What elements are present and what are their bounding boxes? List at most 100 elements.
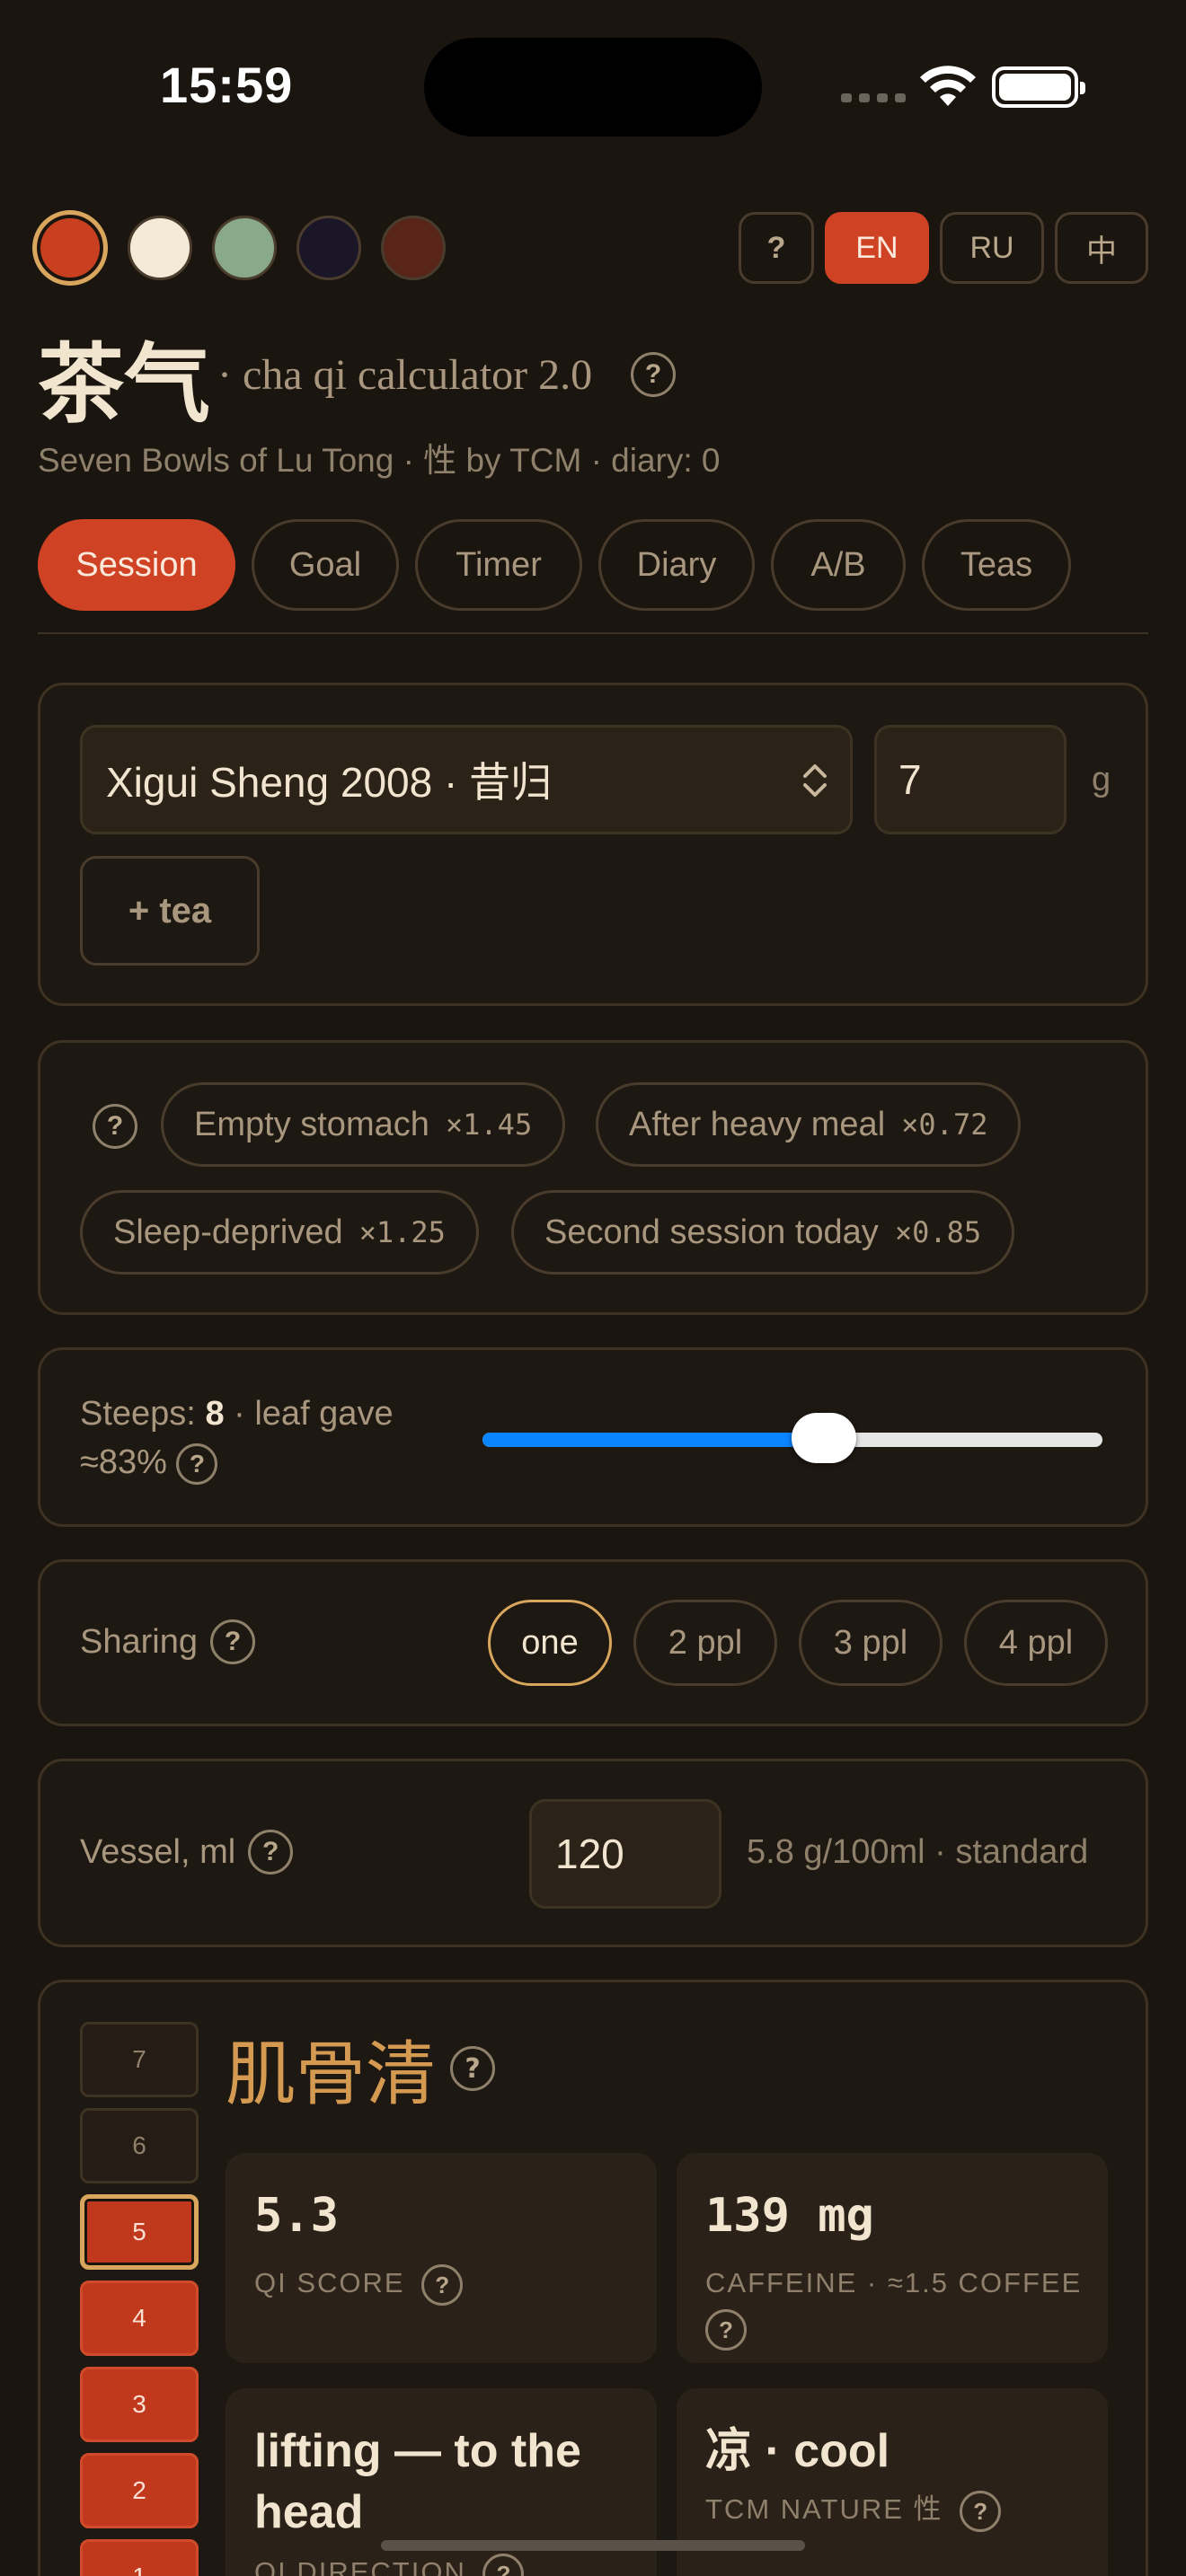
- modifier-after-heavy-meal[interactable]: After heavy meal ×0.72: [596, 1082, 1022, 1167]
- app-title: 茶气: [38, 334, 210, 435]
- sharing-label: Sharing: [80, 1622, 198, 1661]
- steeps-slider[interactable]: [482, 1413, 1102, 1463]
- tea-select-value: Xigui Sheng 2008 · 昔归: [106, 759, 553, 806]
- vessel-label-row: Vessel, ml ?: [80, 1830, 294, 1875]
- sharing-option-4[interactable]: 4 ppl: [964, 1600, 1108, 1686]
- modifier-empty-stomach[interactable]: Empty stomach ×1.45: [161, 1082, 566, 1167]
- steeps-prefix: Steeps:: [80, 1395, 196, 1433]
- theme-swatches: [32, 210, 446, 286]
- steeps-count: 8: [205, 1395, 225, 1433]
- modifier-label: Second session today: [544, 1213, 879, 1251]
- steeps-card: Steeps: 8 · leaf gave ≈83% ?: [38, 1347, 1148, 1527]
- tab-teas[interactable]: Teas: [922, 519, 1071, 611]
- level-4[interactable]: 4: [80, 2280, 199, 2356]
- title-help-icon[interactable]: ?: [631, 352, 676, 397]
- caffeine-value: 139 mg: [705, 2189, 874, 2243]
- theme-swatch-celadon[interactable]: [212, 216, 277, 280]
- modifier-sleep-deprived[interactable]: Sleep-deprived ×1.25: [80, 1190, 479, 1275]
- qi-direction-value: lifting — to the head: [254, 2425, 581, 2538]
- sharing-help-icon[interactable]: ?: [209, 1619, 255, 1664]
- tab-diary[interactable]: Diary: [598, 519, 755, 611]
- sharing-option-3[interactable]: 3 ppl: [799, 1600, 943, 1686]
- qi-direction-help-icon[interactable]: ?: [482, 2553, 525, 2576]
- vessel-input[interactable]: 120: [529, 1799, 721, 1909]
- vessel-label: Vessel, ml: [80, 1832, 236, 1871]
- theme-swatch-vermilion[interactable]: [32, 210, 108, 286]
- modifier-label: Empty stomach: [194, 1105, 429, 1143]
- qi-score-stat: 5.3 QI SCORE ?: [226, 2153, 657, 2363]
- vessel-help-icon[interactable]: ?: [248, 1830, 294, 1875]
- sharing-option-one[interactable]: one: [488, 1600, 612, 1686]
- caffeine-help-icon[interactable]: ?: [705, 2308, 747, 2351]
- result-title: 肌骨清: [226, 2034, 437, 2115]
- caffeine-label: CAFFEINE · ≈1.5 COFFEE: [705, 2267, 1083, 2298]
- language-button-en[interactable]: EN: [825, 212, 929, 284]
- result-title-row: 肌骨清 ?: [226, 2018, 496, 2119]
- tcm-nature-label: TCM NATURE 性: [705, 2493, 943, 2525]
- select-chevron-icon: [803, 764, 827, 797]
- tea-select[interactable]: Xigui Sheng 2008 · 昔归: [80, 725, 853, 834]
- modifier-label: Sleep-deprived: [113, 1213, 343, 1251]
- level-7[interactable]: 7: [80, 2022, 199, 2097]
- tagline: Seven Bowls of Lu Tong · 性 by TCM · diar…: [38, 442, 721, 479]
- modifier-label: After heavy meal: [629, 1105, 886, 1143]
- sharing-label-row: Sharing ?: [80, 1619, 255, 1664]
- theme-swatch-cream[interactable]: [128, 216, 192, 280]
- sharing-card: Sharing ? one 2 ppl 3 ppl 4 ppl: [38, 1559, 1148, 1726]
- tab-goal[interactable]: Goal: [252, 519, 399, 611]
- qi-direction-label-row: QI DIRECTION ?: [254, 2550, 525, 2576]
- modifiers-help-icon[interactable]: ?: [93, 1104, 137, 1149]
- grams-unit: g: [1092, 761, 1111, 798]
- level-1[interactable]: 1: [80, 2539, 199, 2576]
- slider-thumb[interactable]: [791, 1413, 856, 1463]
- result-card: 7 6 5 4 3 2 1 肌骨清 ? 5.3 QI SCORE ? 139 m…: [38, 1980, 1148, 2576]
- result-help-icon[interactable]: ?: [450, 2046, 496, 2091]
- language-button-ru[interactable]: RU: [940, 212, 1044, 284]
- tcm-nature-value: 凉 · cool: [705, 2425, 890, 2477]
- status-bar: 15:59: [0, 0, 1186, 171]
- tcm-nature-help-icon[interactable]: ?: [960, 2490, 1002, 2532]
- help-button[interactable]: ?: [739, 212, 814, 284]
- tab-ab[interactable]: A/B: [771, 519, 906, 611]
- qi-direction-label: QI DIRECTION: [254, 2556, 466, 2576]
- level-6[interactable]: 6: [80, 2108, 199, 2183]
- qi-score-help-icon[interactable]: ?: [421, 2263, 464, 2306]
- status-time: 15:59: [160, 57, 294, 113]
- tab-session[interactable]: Session: [38, 519, 235, 611]
- level-2[interactable]: 2: [80, 2453, 199, 2528]
- wifi-icon: [920, 66, 976, 106]
- modifier-multiplier: ×1.45: [445, 1107, 533, 1142]
- vessel-note: 5.8 g/100ml · standard: [747, 1833, 1089, 1871]
- theme-swatch-oxblood[interactable]: [381, 216, 446, 280]
- vessel-card: Vessel, ml ? 120 5.8 g/100ml · standard: [38, 1759, 1148, 1947]
- dynamic-island: [424, 38, 762, 137]
- modifier-multiplier: ×0.85: [894, 1215, 982, 1249]
- tcm-nature-label-row: TCM NATURE 性 ?: [705, 2487, 1002, 2532]
- steeps-help-icon[interactable]: ?: [176, 1442, 218, 1485]
- home-indicator[interactable]: [381, 2540, 805, 2551]
- qi-score-label: QI SCORE: [254, 2267, 405, 2298]
- modifier-multiplier: ×0.72: [901, 1107, 988, 1142]
- caffeine-label-row: CAFFEINE · ≈1.5 COFFEE ?: [705, 2261, 1101, 2351]
- tea-card: Xigui Sheng 2008 · 昔归 7 g + tea: [38, 683, 1148, 1006]
- app-subtitle: · cha qi calculator 2.0: [217, 351, 593, 399]
- sharing-option-2[interactable]: 2 ppl: [633, 1600, 777, 1686]
- language-button-zh[interactable]: 中: [1055, 212, 1148, 284]
- grams-input[interactable]: 7: [874, 725, 1067, 834]
- theme-swatch-ink[interactable]: [296, 216, 361, 280]
- slider-fill: [482, 1433, 824, 1447]
- tabs-divider: [38, 632, 1148, 634]
- cellular-signal-icon: [841, 93, 906, 102]
- tab-timer[interactable]: Timer: [415, 519, 582, 611]
- qi-score-label-row: QI SCORE ?: [254, 2261, 464, 2306]
- battery-icon: [992, 66, 1085, 108]
- add-tea-button[interactable]: + tea: [80, 856, 260, 966]
- modifiers-card: ? Empty stomach ×1.45 After heavy meal ×…: [38, 1040, 1148, 1315]
- qi-score-value: 5.3: [254, 2189, 339, 2243]
- caffeine-stat: 139 mg CAFFEINE · ≈1.5 COFFEE ?: [677, 2153, 1108, 2363]
- level-5[interactable]: 5: [80, 2194, 199, 2270]
- level-3[interactable]: 3: [80, 2367, 199, 2442]
- steeps-summary: Steeps: 8 · leaf gave ≈83% ?: [80, 1389, 457, 1486]
- modifier-second-session[interactable]: Second session today ×0.85: [511, 1190, 1015, 1275]
- modifier-multiplier: ×1.25: [358, 1215, 446, 1249]
